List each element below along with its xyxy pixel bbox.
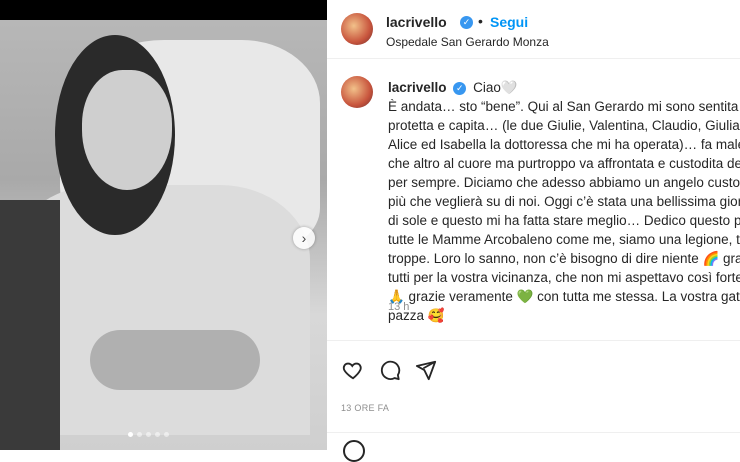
avatar[interactable] [341, 13, 373, 45]
caption-line: che altro al cuore ma purtroppo va affro… [388, 156, 740, 171]
share-button[interactable] [413, 357, 439, 383]
caption-line: tutte le Mamme Arcobaleno come me, siamo… [388, 232, 740, 247]
caption-line: di sole e questo mi ha fatta stare megli… [388, 213, 740, 228]
carousel-dot [137, 432, 142, 437]
caption-line: pazza 🥰 [388, 308, 445, 323]
caption-username[interactable]: lacrivello [388, 80, 447, 95]
location-link[interactable]: Ospedale San Gerardo Monza [386, 35, 549, 49]
carousel-dots [128, 432, 169, 437]
carousel-dot [146, 432, 151, 437]
next-image-button[interactable]: › [293, 227, 315, 249]
comment-icon [380, 360, 401, 381]
photo-top-bar [0, 0, 327, 20]
caption-line: troppe. Loro lo sanno, non c’è bisogno d… [388, 251, 740, 266]
comment-bar [327, 432, 740, 451]
carousel-dot [164, 432, 169, 437]
post-side-panel: lacrivello ✓ • Segui Ospedale San Gerard… [327, 0, 740, 462]
caption-line: per sempre. Diciamo che adesso abbiamo u… [388, 175, 740, 190]
header-username[interactable]: lacrivello [386, 14, 447, 30]
comment-button[interactable] [377, 357, 403, 383]
caption-line: 🙏 grazie veramente 💚 con tutta me stessa… [388, 289, 740, 304]
posted-ago: 13 ORE FA [341, 403, 390, 413]
verified-badge-icon: ✓ [460, 16, 473, 29]
like-button[interactable] [340, 357, 366, 383]
photo-arm [90, 330, 260, 390]
post-header: lacrivello ✓ • Segui Ospedale San Gerard… [327, 0, 740, 59]
caption-line: tutti per la vostra vicinanza, che non m… [388, 270, 740, 285]
caption-line: Alice ed Isabella la dottoressa che mi h… [388, 137, 740, 152]
caption-line: È andata… sto “bene”. Qui al San Gerardo… [388, 99, 739, 114]
photo-shadow [0, 200, 60, 450]
caption-line: Ciao🤍 [473, 80, 518, 95]
follow-button[interactable]: Segui [490, 14, 528, 30]
caption-avatar[interactable] [341, 76, 373, 108]
heart-icon [342, 362, 362, 380]
photo-face [82, 70, 172, 190]
caption-timestamp: 13 h [388, 301, 410, 313]
caption: lacrivello ✓ Ciao🤍 È andata… sto “bene”.… [388, 78, 740, 325]
chevron-right-icon: › [301, 230, 307, 246]
share-icon [415, 360, 437, 381]
emoji-icon[interactable] [343, 440, 365, 462]
caption-line: protetta e capita… (le due Giulie, Valen… [388, 118, 740, 133]
carousel-dot [155, 432, 160, 437]
carousel-dot [128, 432, 133, 437]
verified-badge-icon: ✓ [453, 81, 467, 95]
post-photo[interactable]: › [0, 0, 327, 450]
caption-line: più che veglierà su di noi. Oggi c’è sta… [388, 194, 740, 209]
action-bar [327, 340, 740, 401]
separator-dot: • [478, 13, 483, 29]
